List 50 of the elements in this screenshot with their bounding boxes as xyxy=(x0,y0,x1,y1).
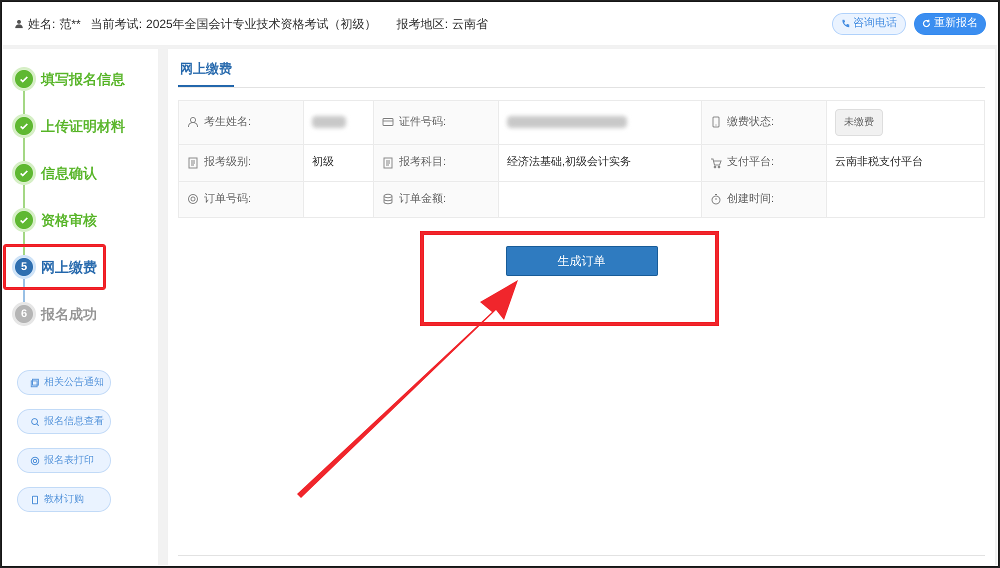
phone-button[interactable]: 咨询电话 xyxy=(832,12,906,34)
field-label: 订单号码: xyxy=(204,192,252,207)
field-label: 订单金额: xyxy=(399,192,446,207)
exam-value: 2025年全国会计专业技术资格考试（初级） xyxy=(146,16,377,32)
step-label: 资格审核 xyxy=(41,210,97,230)
user-icon xyxy=(14,18,24,28)
database-icon xyxy=(382,193,394,205)
side-link-button[interactable]: 报名信息查看 xyxy=(17,409,111,434)
region-value: 云南省 xyxy=(452,16,488,32)
cart-icon xyxy=(710,156,722,168)
region-label: 报考地区: xyxy=(396,16,448,32)
field-value: 经济法基础,初级会计实务 xyxy=(507,154,632,170)
name-label: 姓名: xyxy=(28,16,56,32)
field-label: 缴费状态: xyxy=(727,114,774,130)
step-number: 6 xyxy=(12,302,36,326)
phone-icon xyxy=(710,116,722,128)
document-icon xyxy=(187,156,199,168)
timer-icon xyxy=(710,193,722,205)
status-badge: 未缴费 xyxy=(835,108,883,136)
field-label: 报考科目: xyxy=(399,155,446,170)
step-number: 5 xyxy=(12,255,36,279)
step-label: 报名成功 xyxy=(41,304,97,324)
name-value: 范** xyxy=(59,16,81,32)
field-label: 报考级别: xyxy=(204,155,252,170)
field-label: 创建时间: xyxy=(727,192,774,207)
step-label: 网上缴费 xyxy=(41,258,97,276)
field-label: 证件号码: xyxy=(399,114,446,130)
phone-icon xyxy=(841,19,850,28)
refresh-icon xyxy=(922,19,931,28)
step-label: 上传证明材料 xyxy=(41,116,125,136)
side-link-button[interactable]: 报名表打印 xyxy=(17,448,111,473)
step-label: 信息确认 xyxy=(41,164,97,182)
card-icon xyxy=(382,116,394,128)
generate-order-button[interactable]: 生成订单 xyxy=(506,246,658,276)
tab[interactable]: 网上缴费 xyxy=(178,59,234,86)
step-label: 填写报名信息 xyxy=(41,70,125,88)
field-value: 初级 xyxy=(312,154,334,170)
person-icon xyxy=(187,116,199,128)
side-link-button[interactable]: 教材订购 xyxy=(17,487,111,512)
document-icon xyxy=(382,156,394,168)
copy-icon xyxy=(30,378,40,388)
field-label: 考生姓名: xyxy=(204,114,252,130)
restart-button[interactable]: 重新报名 xyxy=(914,12,986,34)
field-label: 支付平台: xyxy=(727,155,774,170)
field-value: 云南非税支付平台 xyxy=(835,155,923,170)
search-icon xyxy=(30,416,40,426)
side-link-button[interactable]: 相关公告通知 xyxy=(17,370,111,395)
book-icon xyxy=(30,494,40,504)
target-icon xyxy=(187,193,199,205)
exam-label: 当前考试: xyxy=(90,16,142,32)
